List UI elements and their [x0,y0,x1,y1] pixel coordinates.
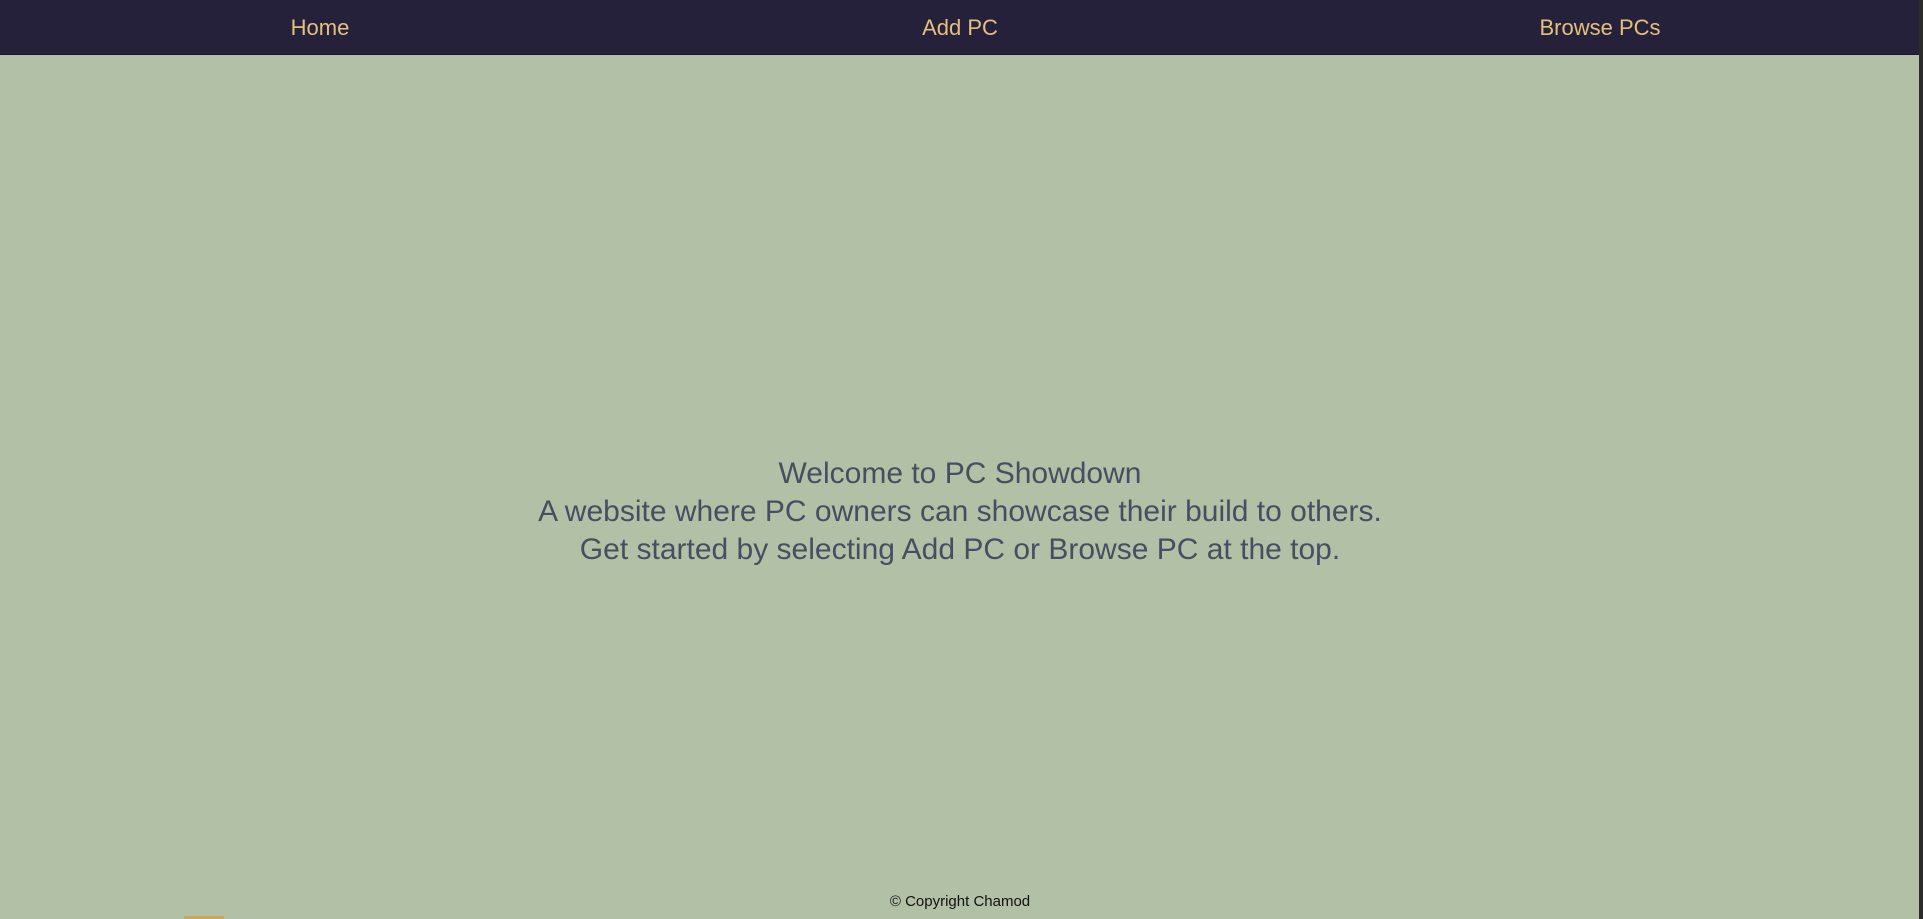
footer-copyright: © Copyright Chamod [889,893,1031,910]
top-navbar: Home Add PC Browse PCs [0,0,1923,55]
nav-add-pc-link[interactable]: Add PC [640,0,1280,55]
window-right-edge [1919,0,1923,919]
welcome-title: Welcome to PC Showdown [778,457,1142,490]
page: Home Add PC Browse PCs Welcome to PC Sho… [0,0,1923,919]
nav-home-link[interactable]: Home [0,0,640,55]
welcome-instructions: Get started by selecting Add PC or Brows… [579,533,1341,566]
welcome-message: Welcome to PC Showdown A website where P… [0,455,1920,569]
nav-browse-pcs-link[interactable]: Browse PCs [1280,0,1920,55]
welcome-description: A website where PC owners can showcase t… [538,495,1382,528]
